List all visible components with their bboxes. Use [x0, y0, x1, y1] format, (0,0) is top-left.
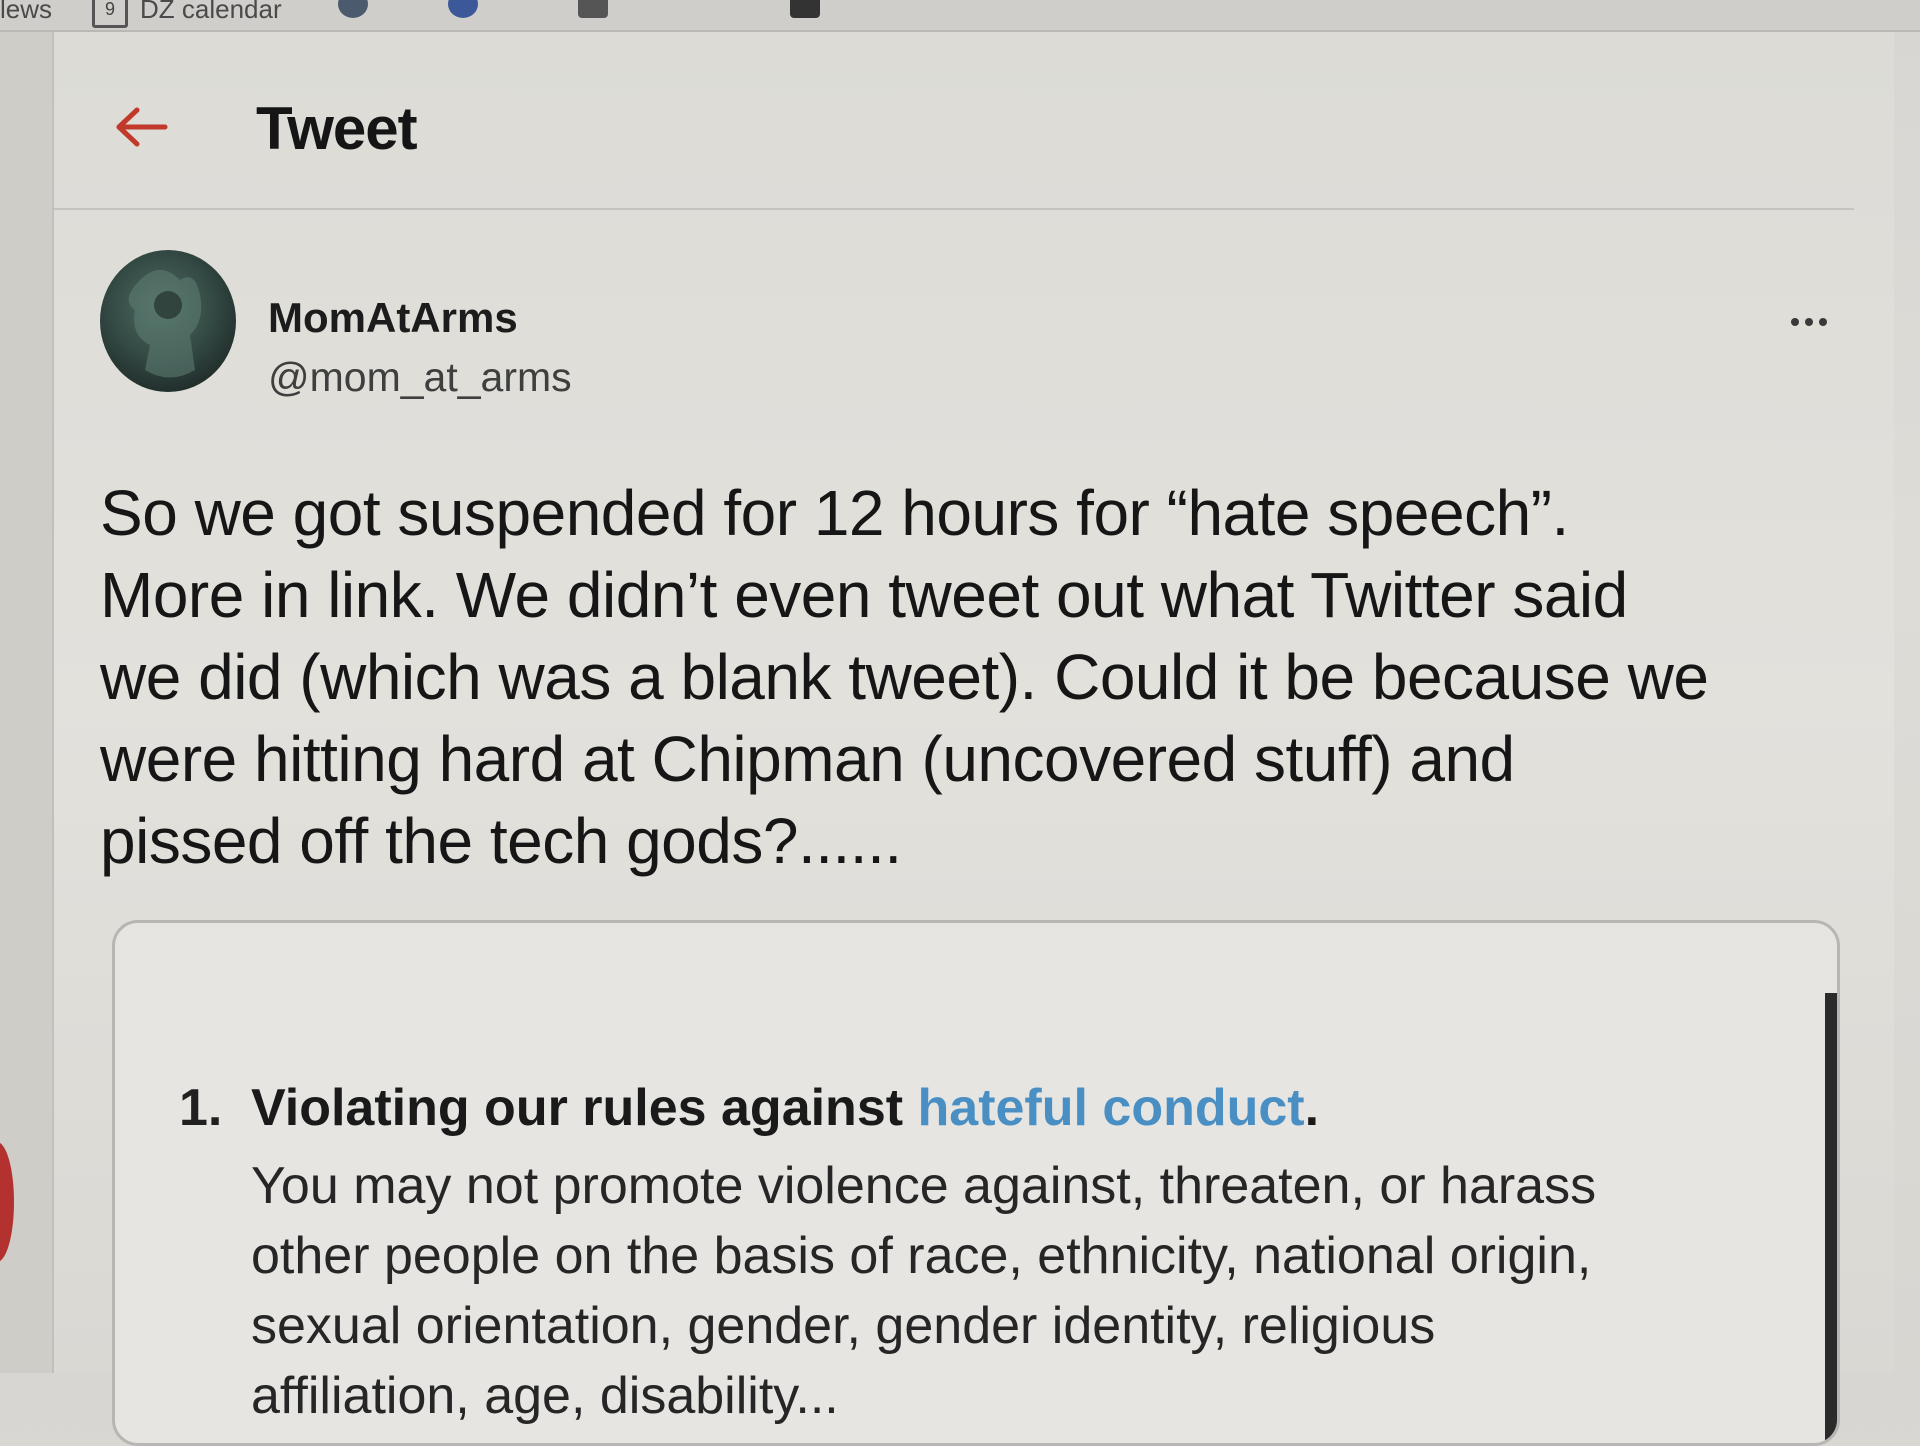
page-title: Tweet — [256, 95, 418, 162]
tweet-text-line: were hitting hard at Chipman (uncovered … — [100, 723, 1515, 795]
bookmark-news[interactable]: lews — [0, 0, 52, 25]
rule-body-line: other people on the basis of race, ethni… — [251, 1227, 1592, 1285]
rule-body: You may not promote violence against, th… — [251, 1151, 1596, 1431]
twitter-bookmark-icon[interactable] — [338, 0, 368, 18]
sidebar-edge — [0, 32, 54, 1373]
tweet-text-line: we did (which was a blank tweet). Could … — [100, 641, 1709, 713]
embedded-image-card[interactable]: 1. Violating our rules against hateful c… — [112, 920, 1840, 1446]
bookmark-icon[interactable] — [578, 0, 608, 18]
tweet-text-line: pissed off the tech gods?...... — [100, 805, 902, 877]
back-arrow-icon — [116, 107, 168, 147]
back-button[interactable] — [106, 92, 176, 162]
sidebar-badge — [0, 1142, 14, 1262]
tweet-text-line: More in link. We didn’t even tweet out w… — [100, 559, 1628, 631]
author-handle[interactable]: @mom_at_arms — [268, 354, 572, 401]
calendar-icon: 9 — [92, 0, 128, 28]
bookmark-calendar[interactable]: DZ calendar — [140, 0, 282, 25]
more-options-icon — [1819, 318, 1827, 326]
rule-body-line: You may not promote violence against, th… — [251, 1157, 1597, 1215]
rule-heading-prefix: Violating our rules against — [251, 1079, 918, 1137]
more-options-button[interactable] — [1774, 302, 1844, 342]
rule-heading-suffix: . — [1304, 1079, 1320, 1137]
bookmarks-bar: lews 9 DZ calendar — [0, 0, 1920, 32]
avatar[interactable] — [100, 250, 236, 392]
rule-number: 1. — [179, 1079, 223, 1137]
more-options-icon — [1791, 318, 1799, 326]
hateful-conduct-link[interactable]: hateful conduct — [918, 1079, 1305, 1137]
card-edge — [1825, 993, 1837, 1443]
rule-heading: Violating our rules against hateful cond… — [251, 1073, 1319, 1143]
tweet-text: So we got suspended for 12 hours for “ha… — [100, 472, 1880, 882]
main-column: Tweet MomAtArms @mom_at_arms So we got s… — [54, 32, 1894, 1446]
author-name[interactable]: MomAtArms — [268, 294, 518, 342]
rule-body-line: sexual orientation, gender, gender ident… — [251, 1297, 1436, 1355]
facebook-bookmark-icon[interactable] — [448, 0, 478, 18]
avatar-image — [128, 270, 202, 378]
tweet-header: Tweet — [54, 32, 1854, 210]
bookmark-icon[interactable] — [790, 0, 820, 18]
rule-body-line: affiliation, age, disability... — [251, 1367, 839, 1425]
more-options-icon — [1805, 318, 1813, 326]
tweet-text-line: So we got suspended for 12 hours for “ha… — [100, 477, 1569, 549]
